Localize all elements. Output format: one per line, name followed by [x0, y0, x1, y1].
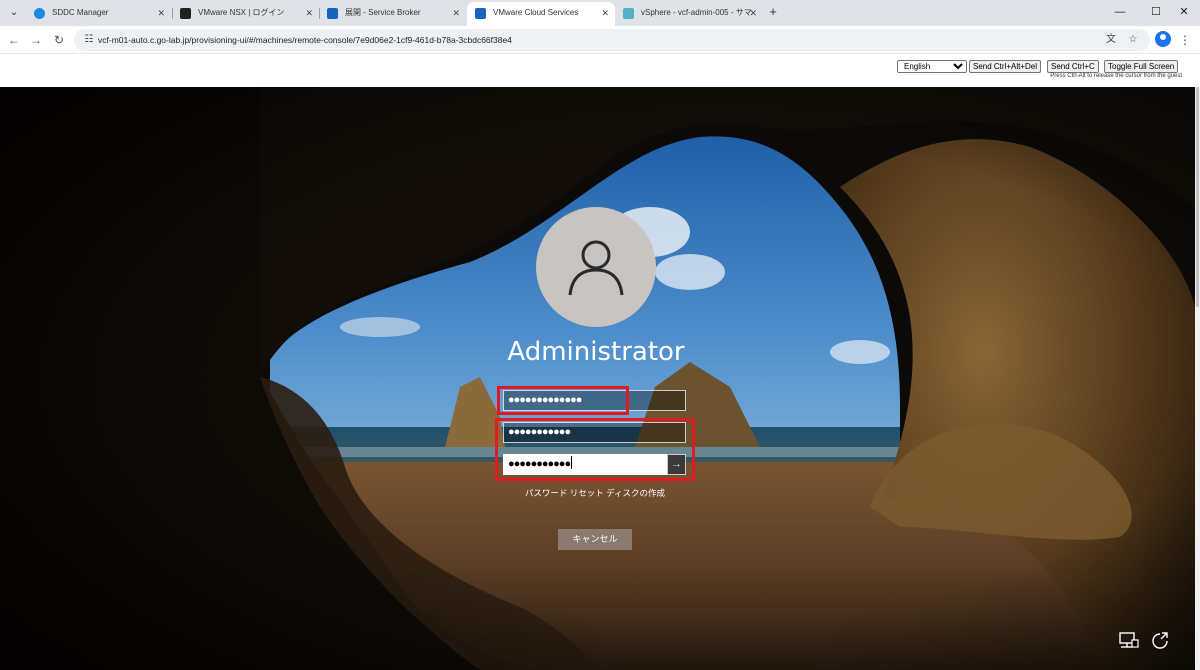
- toggle-full-screen-button[interactable]: Toggle Full Screen: [1104, 60, 1179, 73]
- vsphere-icon: [623, 8, 634, 19]
- confirm-password-field[interactable]: ●●●●●●●●●●●: [503, 454, 667, 475]
- tab-search-chevron-icon[interactable]: ⌄: [6, 5, 22, 21]
- url-text[interactable]: vcf-m01-auto.c.go-lab.jp/provisioning-ui…: [98, 29, 512, 51]
- lock-screen-wallpaper: [0, 87, 1195, 670]
- reload-icon[interactable]: ↻: [50, 31, 68, 49]
- cursor-release-hint: Press Ctrl-Alt to release the cursor fro…: [1050, 73, 1182, 79]
- network-icon[interactable]: [1118, 631, 1140, 651]
- window-close-icon[interactable]: ✕: [1166, 2, 1200, 22]
- cloud-icon: [34, 8, 45, 19]
- user-name: Administrator: [507, 337, 685, 367]
- vmware-icon: [327, 8, 338, 19]
- page-scrollbar[interactable]: [1195, 87, 1200, 670]
- tab-title: VMware Cloud Services: [493, 8, 579, 17]
- keyboard-layout-select[interactable]: English: [897, 60, 967, 73]
- profile-avatar-icon[interactable]: [1155, 31, 1171, 47]
- cancel-button[interactable]: キャンセル: [558, 529, 632, 550]
- tab-service-broker[interactable]: 展開 - Service Broker ✕: [319, 2, 466, 26]
- confirm-password-value: ●●●●●●●●●●●: [508, 458, 571, 470]
- close-icon[interactable]: ✕: [601, 2, 609, 24]
- minimize-icon[interactable]: —: [1102, 2, 1138, 22]
- send-ctrl-alt-del-button[interactable]: Send Ctrl+Alt+Del: [969, 60, 1042, 73]
- tab-vmware-nsx[interactable]: VMware NSX | ログイン ✕: [172, 2, 319, 26]
- back-arrow-icon[interactable]: ←: [5, 31, 23, 49]
- tab-title: VMware NSX | ログイン: [198, 8, 285, 17]
- scrollbar-thumb[interactable]: [1196, 87, 1199, 307]
- tab-vsphere[interactable]: vSphere - vcf-admin-005 - サマ ✕: [615, 2, 763, 26]
- translate-icon[interactable]: 文: [1102, 29, 1120, 51]
- user-avatar: [536, 207, 656, 327]
- current-password-value: ●●●●●●●●●●●●●: [508, 394, 582, 406]
- address-bar[interactable]: ☷ vcf-m01-auto.c.go-lab.jp/provisioning-…: [74, 29, 1150, 51]
- tab-title: SDDC Manager: [52, 8, 109, 17]
- close-icon[interactable]: ✕: [305, 2, 313, 24]
- close-icon[interactable]: ✕: [157, 2, 165, 24]
- site-info-icon[interactable]: ☷: [81, 32, 97, 48]
- close-icon[interactable]: ✕: [452, 2, 460, 24]
- tab-title: 展開 - Service Broker: [345, 8, 421, 17]
- new-password-field[interactable]: ●●●●●●●●●●●: [503, 422, 686, 443]
- tab-strip: ⌄ SDDC Manager ✕ VMware NSX | ログイン ✕ 展開 …: [0, 0, 1200, 26]
- ease-of-access-icon[interactable]: [1150, 631, 1172, 651]
- browser-toolbar: ← → ↻ ☷ vcf-m01-auto.c.go-lab.jp/provisi…: [0, 26, 1200, 54]
- password-reset-disk-link[interactable]: パスワード リセット ディスクの作成: [495, 487, 695, 499]
- nsx-icon: [180, 8, 191, 19]
- new-tab-plus-icon[interactable]: +: [765, 3, 781, 21]
- arrow-right-icon: →: [671, 458, 682, 470]
- text-caret: [571, 456, 573, 469]
- console-control-bar: English Send Ctrl+Alt+Del Send Ctrl+C To…: [0, 55, 1200, 87]
- send-ctrl-c-button[interactable]: Send Ctrl+C: [1047, 60, 1099, 73]
- vmware-icon: [475, 8, 486, 19]
- user-icon: [568, 240, 624, 296]
- current-password-field[interactable]: ●●●●●●●●●●●●●: [503, 390, 686, 411]
- tab-title: vSphere - vcf-admin-005 - サマ: [641, 8, 752, 17]
- forward-arrow-icon[interactable]: →: [27, 31, 45, 49]
- bookmark-star-icon[interactable]: ☆: [1124, 29, 1142, 51]
- new-password-value: ●●●●●●●●●●●: [508, 426, 571, 438]
- more-menu-icon[interactable]: ⋮: [1178, 31, 1192, 49]
- tab-sddc-manager[interactable]: SDDC Manager ✕: [26, 2, 171, 26]
- remote-console-screen[interactable]: Administrator ●●●●●●●●●●●●● ●●●●●●●●●●● …: [0, 87, 1195, 670]
- submit-arrow-button[interactable]: →: [667, 454, 686, 475]
- close-icon[interactable]: ✕: [749, 2, 757, 24]
- tab-vmware-cloud-services[interactable]: VMware Cloud Services ✕: [467, 2, 615, 26]
